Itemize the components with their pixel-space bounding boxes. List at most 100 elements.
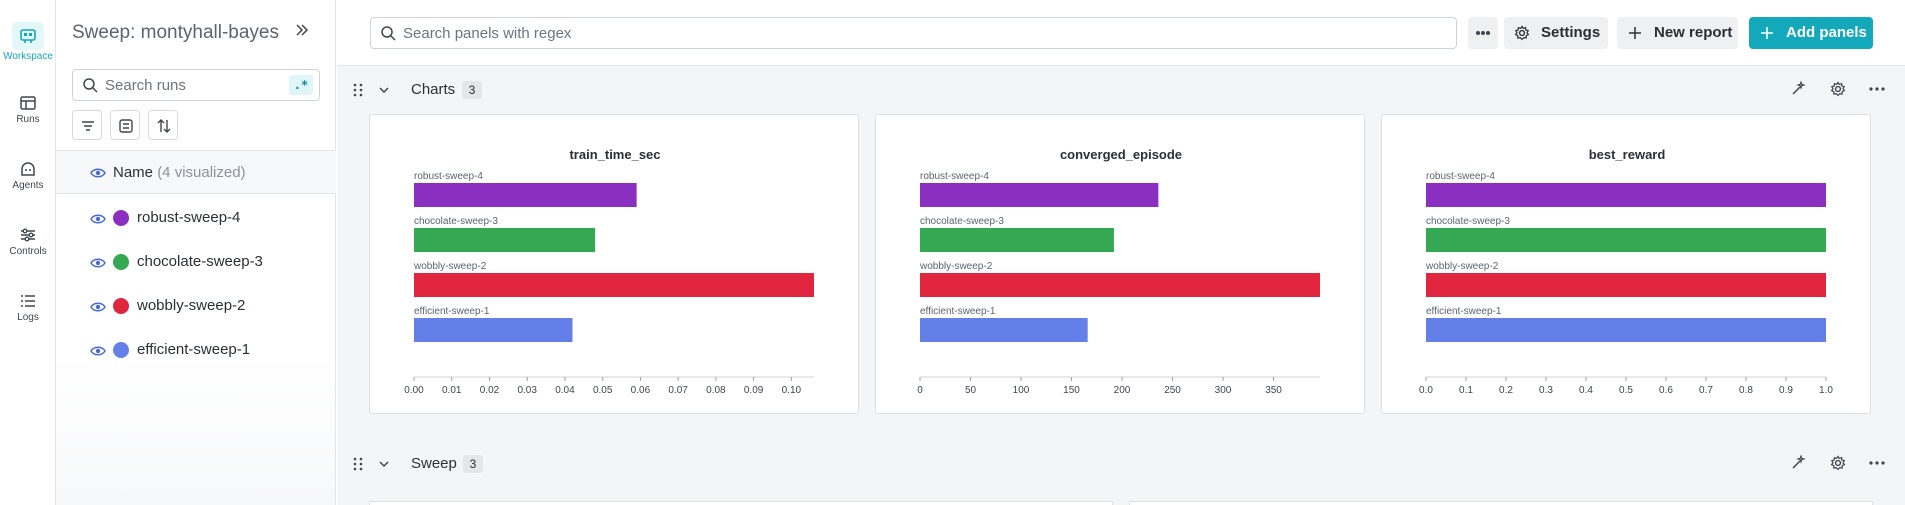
- gear-icon[interactable]: [1830, 455, 1846, 471]
- rail-label-runs: Runs: [16, 114, 40, 125]
- run-row[interactable]: efficient-sweep-1: [56, 330, 336, 370]
- search-panels-input[interactable]: Search panels with regex: [370, 17, 1457, 49]
- group-button[interactable]: [110, 110, 140, 140]
- x-tick-label: 0: [917, 385, 923, 396]
- x-tick-label: 150: [1063, 385, 1080, 396]
- chart-panel[interactable]: train_time_sec robust-sweep-4 chocolate-sw…: [369, 114, 859, 414]
- chevron-down-icon[interactable]: [378, 459, 390, 469]
- rail-item-logs[interactable]: Logs: [0, 293, 56, 351]
- chart-panel[interactable]: converged_episode robust-sweep-4 chocolate…: [875, 114, 1365, 414]
- double-chevron-right-icon: [296, 24, 309, 36]
- workspace-icon: [12, 22, 44, 50]
- run-name[interactable]: wobbly-sweep-2: [137, 297, 245, 314]
- run-name[interactable]: efficient-sweep-1: [137, 341, 250, 358]
- x-tick-label: 350: [1265, 385, 1282, 396]
- ellipsis-icon[interactable]: [1869, 461, 1885, 465]
- bar-label: efficient-sweep-1: [1426, 306, 1502, 317]
- rail-label-logs: Logs: [17, 312, 39, 323]
- bar-label: chocolate-sweep-3: [1426, 216, 1510, 227]
- magic-wand-icon[interactable]: [1790, 81, 1806, 97]
- x-tick-label: 0.07: [668, 385, 688, 396]
- run-color-dot[interactable]: [113, 210, 129, 226]
- eye-icon[interactable]: [90, 166, 106, 180]
- section-panel-count: 3: [463, 455, 483, 473]
- bar-label: chocolate-sweep-3: [920, 216, 1004, 227]
- filter-button[interactable]: [72, 110, 102, 140]
- plus-icon: [1629, 27, 1641, 39]
- rail-item-runs[interactable]: Runs: [0, 95, 56, 153]
- chart-panel[interactable]: best_reward robust-sweep-4 chocolate-sweep…: [1381, 114, 1871, 414]
- run-row[interactable]: robust-sweep-4: [56, 198, 336, 238]
- collapse-sidebar-button[interactable]: [294, 22, 310, 43]
- x-tick-label: 0.10: [782, 385, 802, 396]
- new-report-button[interactable]: New report: [1617, 17, 1738, 49]
- settings-label: Settings: [1541, 24, 1601, 41]
- eye-icon[interactable]: [90, 212, 106, 226]
- rail-item-workspace[interactable]: Workspace: [0, 22, 56, 80]
- bar: [1426, 273, 1826, 297]
- chevron-down-icon[interactable]: [378, 85, 390, 95]
- agent-icon: [21, 162, 35, 176]
- x-tick-label: 0.06: [631, 385, 651, 396]
- runs-sidebar: Sweep: montyhall-bayes Search runs .* Na…: [56, 0, 336, 505]
- x-tick-label: 0.1: [1459, 385, 1473, 396]
- sweep-panel[interactable]: [1129, 501, 1873, 505]
- bar: [920, 228, 1114, 252]
- section-title[interactable]: Sweep: [411, 455, 457, 472]
- chart-title: train_time_sec: [569, 147, 660, 162]
- run-row[interactable]: wobbly-sweep-2: [56, 286, 336, 326]
- gear-icon[interactable]: [1830, 81, 1846, 97]
- rail-item-controls[interactable]: Controls: [0, 227, 56, 285]
- eye-icon[interactable]: [90, 300, 106, 314]
- search-icon: [381, 26, 396, 41]
- run-name[interactable]: chocolate-sweep-3: [137, 253, 263, 270]
- bar: [414, 183, 637, 207]
- rail-label-workspace: Workspace: [3, 51, 53, 62]
- search-runs-input[interactable]: Search runs .*: [72, 69, 320, 101]
- x-tick-label: 250: [1164, 385, 1181, 396]
- x-tick-label: 200: [1114, 385, 1131, 396]
- bar: [1426, 228, 1826, 252]
- run-color-dot[interactable]: [113, 342, 129, 358]
- sweep-panel[interactable]: [369, 501, 1113, 505]
- app: Workspace Runs Agents Controls Logs Swee…: [0, 0, 1905, 505]
- magic-wand-icon[interactable]: [1790, 455, 1806, 471]
- bar: [414, 273, 814, 297]
- x-tick-label: 0.01: [442, 385, 462, 396]
- add-panels-button[interactable]: Add panels: [1749, 17, 1873, 49]
- bar: [920, 183, 1159, 207]
- regex-toggle[interactable]: .*: [289, 75, 313, 95]
- bar-label: robust-sweep-4: [1426, 171, 1495, 182]
- list-icon: [21, 295, 35, 307]
- x-tick-label: 0.09: [744, 385, 764, 396]
- run-row[interactable]: chocolate-sweep-3: [56, 242, 336, 282]
- run-name[interactable]: robust-sweep-4: [137, 209, 240, 226]
- workspace-main: Search panels with regex Settings New re…: [337, 0, 1905, 505]
- drag-handle-icon[interactable]: [353, 83, 363, 97]
- plus-icon: [1761, 27, 1773, 39]
- runs-table-header: Name (4 visualized): [56, 150, 336, 194]
- x-tick-label: 300: [1215, 385, 1232, 396]
- drag-handle-icon[interactable]: [353, 457, 363, 471]
- run-color-dot[interactable]: [113, 298, 129, 314]
- sweep-title: Sweep: montyhall-bayes: [72, 22, 279, 43]
- bar-chart: best_reward robust-sweep-4 chocolate-sweep…: [1419, 147, 1833, 396]
- sort-button[interactable]: [148, 110, 178, 140]
- eye-icon[interactable]: [90, 256, 106, 270]
- rail-label-agents: Agents: [12, 180, 44, 191]
- search-icon: [83, 78, 98, 93]
- filter-icon: [82, 121, 94, 131]
- bar-chart: train_time_sec robust-sweep-4 chocolate-sw…: [404, 147, 814, 396]
- ellipsis-icon[interactable]: [1869, 87, 1885, 91]
- bar-label: efficient-sweep-1: [920, 306, 996, 317]
- section-title[interactable]: Charts: [411, 81, 455, 98]
- settings-button[interactable]: Settings: [1504, 17, 1608, 49]
- eye-icon[interactable]: [90, 344, 106, 358]
- name-column-header: Name (4 visualized): [113, 164, 246, 181]
- bar-label: wobbly-sweep-2: [413, 261, 487, 272]
- x-tick-label: 0.4: [1579, 385, 1593, 396]
- rail-item-agents[interactable]: Agents: [0, 161, 56, 219]
- run-color-dot[interactable]: [113, 254, 129, 270]
- more-options-button[interactable]: [1468, 17, 1498, 49]
- name-header-label: Name: [113, 164, 154, 181]
